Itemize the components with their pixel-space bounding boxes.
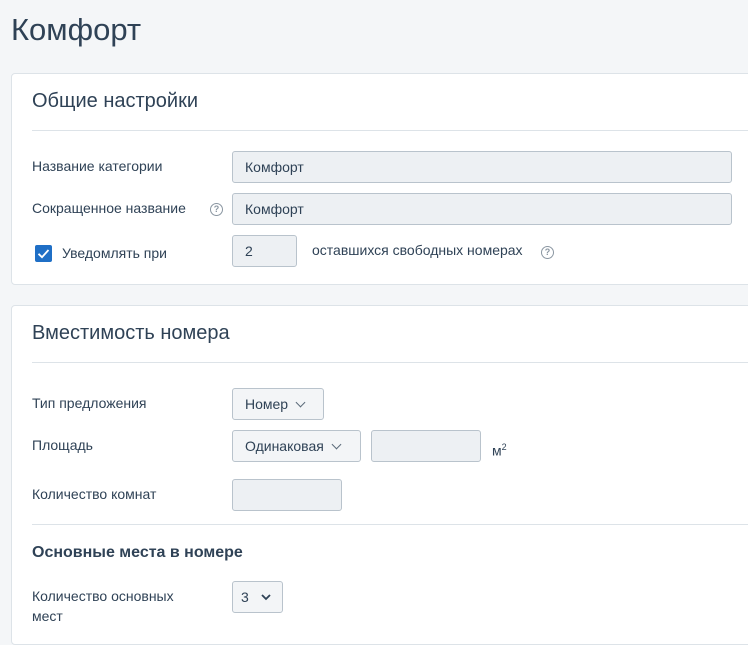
- main-places-label-line2: мест: [32, 608, 63, 624]
- main-places-select[interactable]: 3: [232, 581, 283, 613]
- notify-suffix-label: оставшихся свободных номерах: [312, 242, 523, 258]
- notify-count-input[interactable]: [232, 235, 297, 267]
- capacity-panel: Вместимость номера Тип предложения Номер…: [11, 305, 748, 645]
- capacity-title: Вместимость номера: [32, 322, 230, 344]
- area-type-value: Одинаковая: [245, 438, 324, 454]
- rooms-input[interactable]: [232, 479, 342, 511]
- short-name-input[interactable]: [232, 193, 732, 225]
- main-places-value: 3: [241, 589, 249, 605]
- area-unit-sup: 2: [501, 442, 507, 452]
- rooms-label: Количество комнат: [32, 486, 157, 502]
- general-settings-title: Общие настройки: [32, 90, 198, 112]
- chevron-down-icon: [331, 439, 342, 449]
- area-input[interactable]: [371, 430, 481, 462]
- area-label: Площадь: [32, 437, 93, 453]
- offer-type-select[interactable]: Номер: [232, 388, 324, 420]
- short-name-label: Сокращенное название: [32, 200, 186, 216]
- chevron-down-icon: [295, 397, 306, 407]
- area-unit: м2: [492, 437, 507, 461]
- offer-type-value: Номер: [245, 396, 289, 412]
- general-settings-panel: Общие настройки Название категории Сокра…: [11, 73, 748, 285]
- page-title: Комфорт: [11, 12, 142, 47]
- offer-type-label: Тип предложения: [32, 395, 147, 411]
- area-unit-text: м: [492, 442, 502, 459]
- main-places-title: Основные места в номере: [32, 544, 243, 561]
- main-places-label-line1: Количество основных: [32, 588, 174, 604]
- notify-label: Уведомлять при: [62, 245, 167, 261]
- capacity-divider: [32, 362, 748, 363]
- check-icon: [37, 249, 50, 259]
- area-type-select[interactable]: Одинаковая: [232, 430, 361, 462]
- category-name-label: Название категории: [32, 158, 163, 174]
- question-circle-icon[interactable]: ?: [210, 203, 223, 216]
- chevron-down-icon: [261, 593, 271, 600]
- notify-checkbox[interactable]: [35, 245, 52, 262]
- capacity-subdivider: [32, 524, 748, 525]
- main-places-label: Количество основных мест: [32, 586, 174, 626]
- question-circle-icon[interactable]: ?: [541, 246, 554, 259]
- general-divider: [32, 130, 748, 131]
- category-name-input[interactable]: [232, 151, 732, 183]
